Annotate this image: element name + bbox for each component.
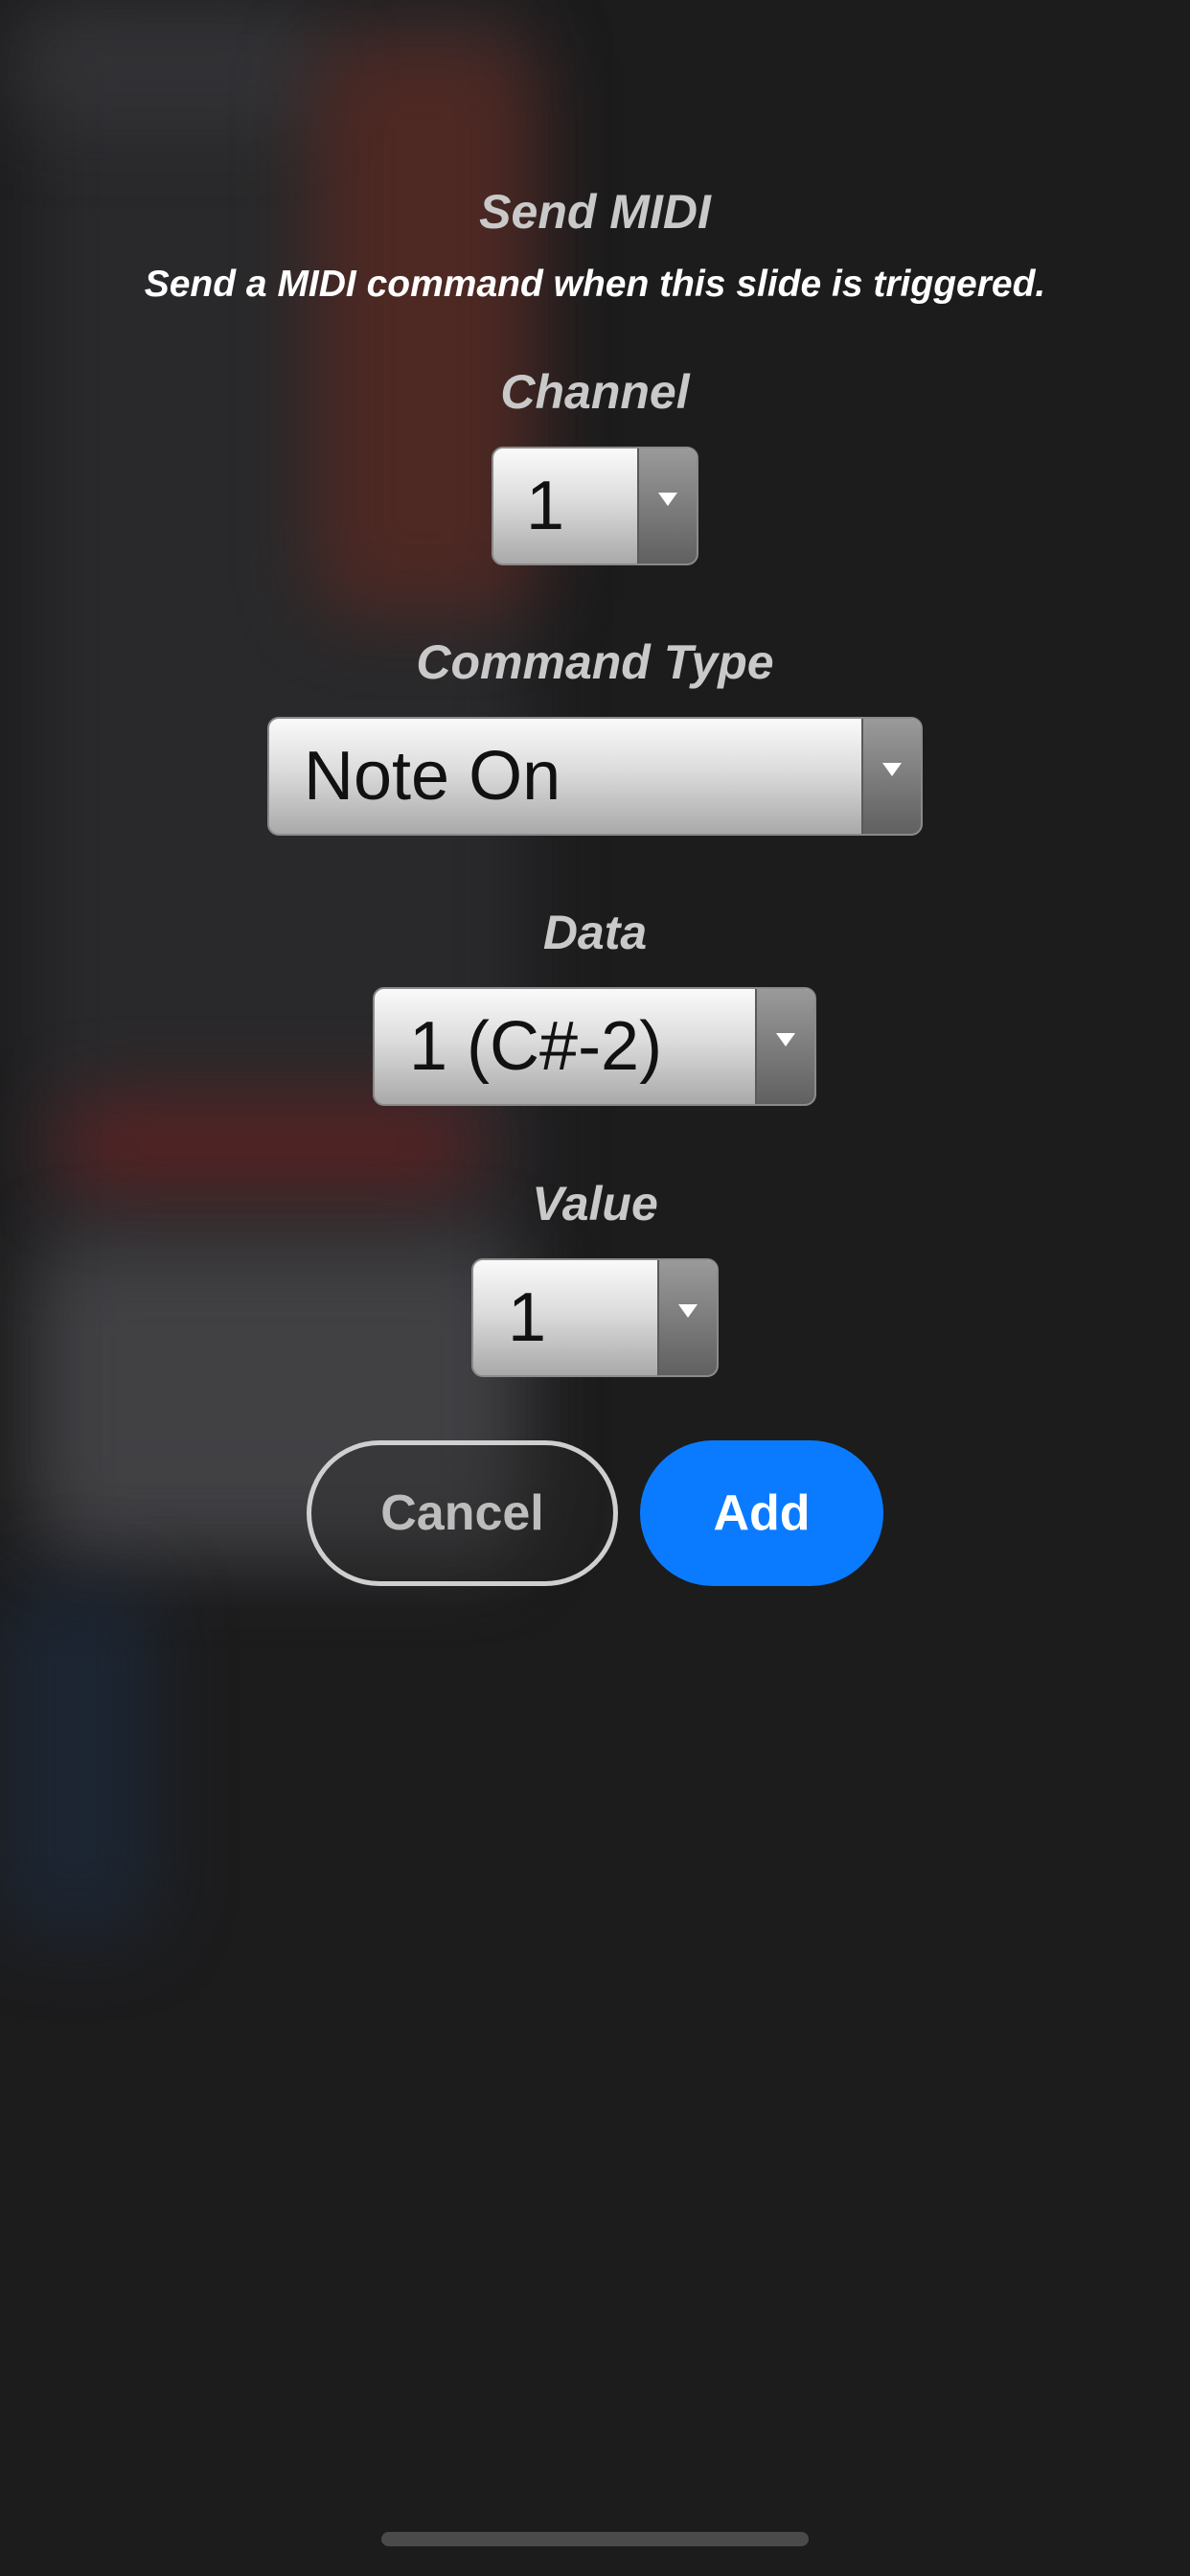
chevron-down-icon <box>658 493 677 506</box>
command-type-value: Note On <box>304 738 561 815</box>
cancel-button[interactable]: Cancel <box>307 1440 618 1586</box>
chevron-down-icon <box>882 763 902 776</box>
channel-dropdown-button[interactable] <box>637 448 697 564</box>
data-dropdown-button[interactable] <box>755 989 814 1104</box>
command-type-select[interactable]: Note On <box>267 717 923 836</box>
send-midi-dialog: Send MIDI Send a MIDI command when this … <box>0 0 1190 2576</box>
chevron-down-icon <box>678 1304 698 1318</box>
channel-value: 1 <box>526 468 565 544</box>
value-select[interactable]: 1 <box>471 1258 719 1377</box>
command-type-label: Command Type <box>416 635 774 689</box>
value-dropdown-button[interactable] <box>657 1260 717 1375</box>
channel-label: Channel <box>500 365 690 419</box>
channel-select[interactable]: 1 <box>492 447 698 565</box>
data-value: 1 (C#-2) <box>409 1008 663 1085</box>
value-label: Value <box>532 1177 658 1230</box>
dialog-subtitle: Send a MIDI command when this slide is t… <box>144 264 1046 305</box>
data-select[interactable]: 1 (C#-2) <box>373 987 816 1106</box>
command-type-dropdown-button[interactable] <box>861 719 921 834</box>
add-button[interactable]: Add <box>640 1440 883 1586</box>
dialog-title: Send MIDI <box>479 185 711 239</box>
home-indicator[interactable] <box>381 2532 809 2546</box>
data-label: Data <box>542 906 648 959</box>
chevron-down-icon <box>776 1033 795 1046</box>
value-value: 1 <box>508 1279 547 1356</box>
